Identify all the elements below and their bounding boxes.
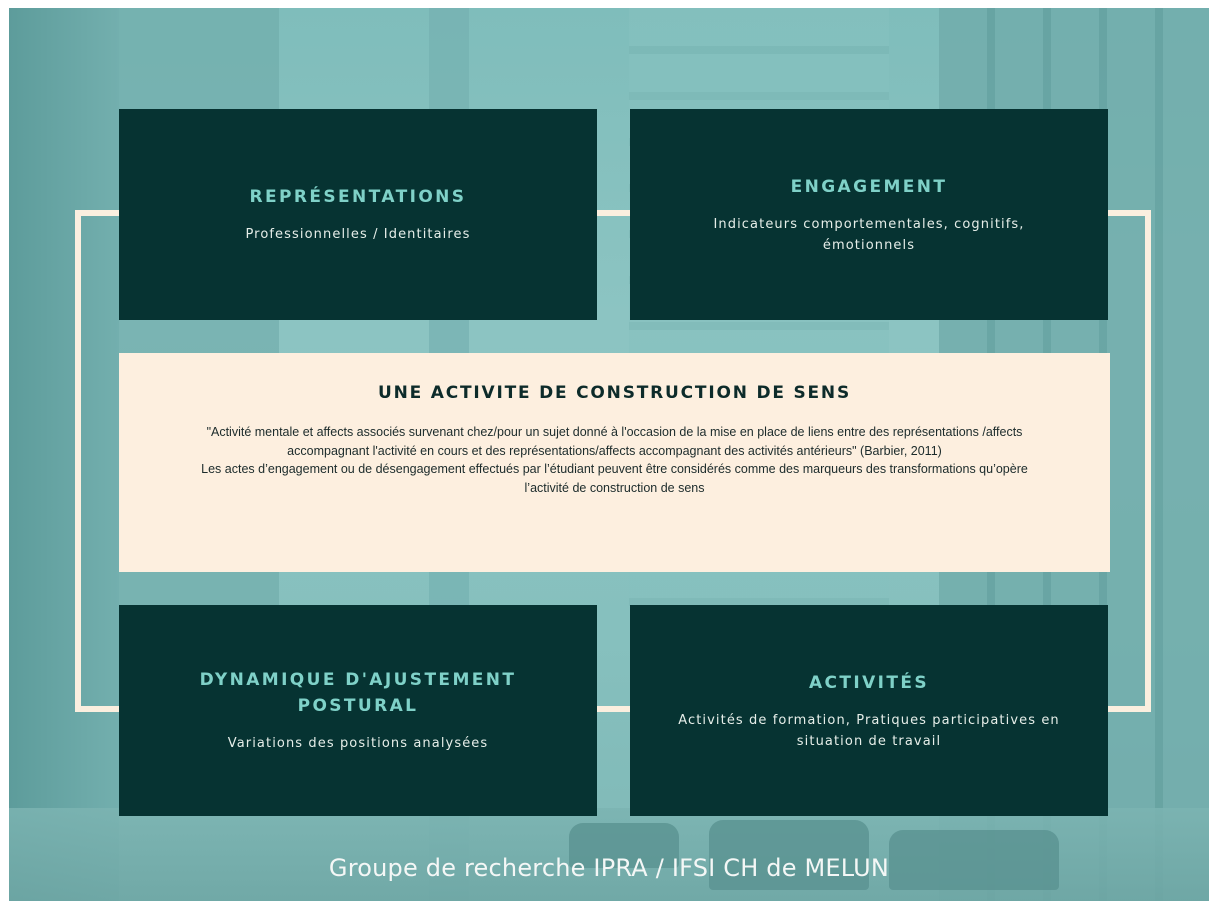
box-subtitle: Variations des positions analysées	[227, 736, 489, 751]
box-title: REPRÉSENTATIONS	[249, 187, 467, 207]
center-title: UNE ACTIVITE DE CONSTRUCTION DE SENS	[377, 383, 852, 403]
poster-canvas: REPRÉSENTATIONS Professionnelles / Ident…	[9, 8, 1209, 901]
box-engagement: ENGAGEMENT Indicateurs comportementales,…	[630, 109, 1108, 320]
box-activites: ACTIVITÉS Activités de formation, Pratiq…	[630, 605, 1108, 816]
center-note: Les actes d’engagement ou de désengageme…	[201, 462, 1028, 495]
center-box: UNE ACTIVITE DE CONSTRUCTION DE SENS "Ac…	[119, 353, 1110, 572]
box-dynamique: DYNAMIQUE D'AJUSTEMENT POSTURAL Variatio…	[119, 605, 597, 816]
box-subtitle: Activités de formation, Pratiques partic…	[678, 712, 1060, 749]
box-title: ACTIVITÉS	[808, 672, 930, 693]
box-title: ENGAGEMENT	[790, 176, 948, 197]
box-title: DYNAMIQUE D'AJUSTEMENT POSTURAL	[199, 670, 517, 716]
box-subtitle: Professionnelles / Identitaires	[245, 227, 471, 242]
center-quote: "Activité mentale et affects associés su…	[206, 425, 1023, 458]
box-subtitle: Indicateurs comportementales, cognitifs,…	[713, 216, 1025, 253]
center-body: "Activité mentale et affects associés su…	[179, 423, 1050, 497]
footer-caption: Groupe de recherche IPRA / IFSI CH de ME…	[328, 854, 890, 882]
box-representations: REPRÉSENTATIONS Professionnelles / Ident…	[119, 109, 597, 320]
